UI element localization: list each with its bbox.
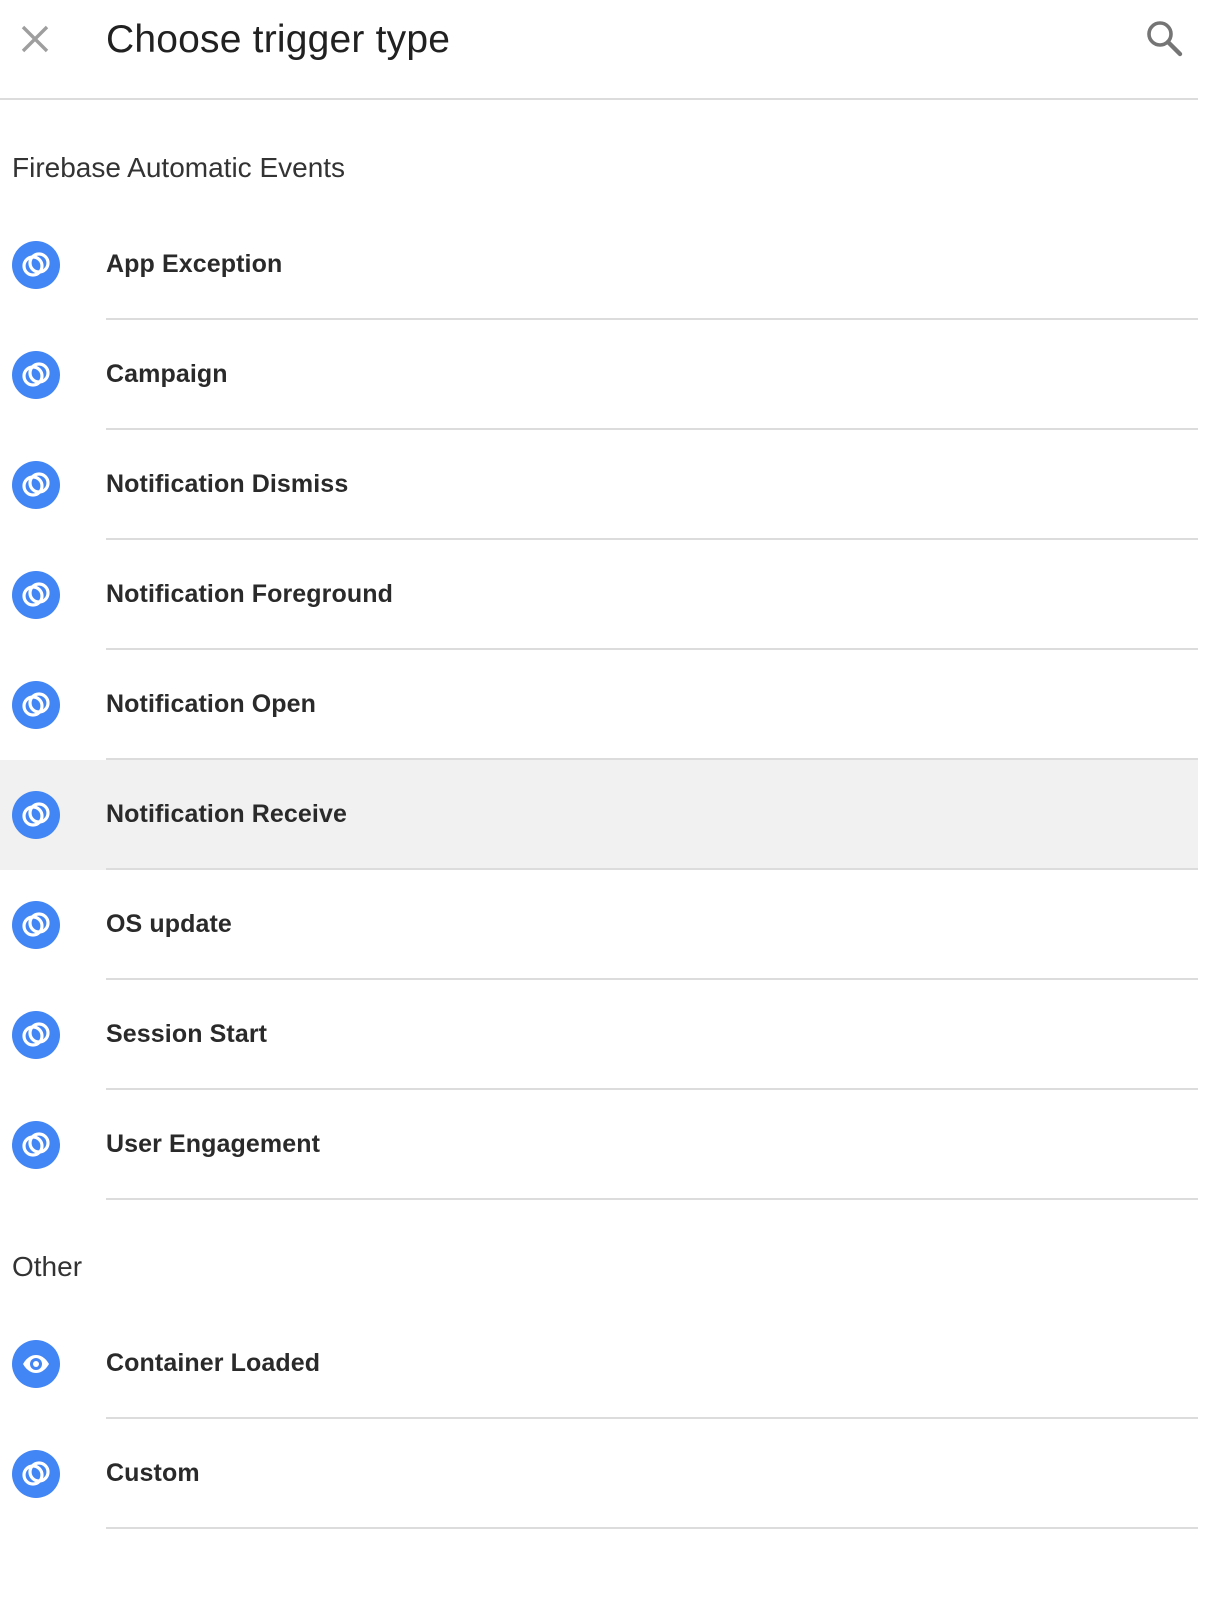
trigger-type-item-app-exception[interactable]: App Exception	[0, 210, 1198, 320]
firebase-event-icon	[12, 1011, 60, 1059]
close-icon	[21, 25, 49, 53]
firebase-event-icon	[12, 461, 60, 509]
trigger-type-label: Notification Open	[106, 690, 317, 718]
firebase-event-icon	[12, 791, 60, 839]
trigger-type-item-notification-receive[interactable]: Notification Receive	[0, 760, 1198, 870]
trigger-type-label: Notification Foreground	[106, 580, 393, 608]
trigger-type-item-notification-dismiss[interactable]: Notification Dismiss	[0, 430, 1198, 540]
firebase-event-icon	[12, 681, 60, 729]
other-triggers-list: Container Loaded Custom	[0, 1309, 1198, 1529]
trigger-type-label: Custom	[106, 1459, 200, 1487]
firebase-event-icon	[12, 571, 60, 619]
trigger-type-label: Notification Receive	[106, 800, 347, 828]
section-title-other: Other	[12, 1251, 83, 1282]
firebase-event-icon	[12, 351, 60, 399]
firebase-events-list: App Exception Campaign Notification Dismis…	[0, 210, 1198, 1200]
section-title-firebase: Firebase Automatic Events	[12, 152, 346, 183]
close-button[interactable]	[14, 18, 56, 60]
firebase-event-icon	[12, 241, 60, 289]
eye-icon	[12, 1340, 60, 1388]
page-title: Choose trigger type	[106, 18, 451, 61]
trigger-type-label: Campaign	[106, 360, 228, 388]
trigger-type-label: Session Start	[106, 1020, 268, 1048]
trigger-type-item-os-update[interactable]: OS update	[0, 870, 1198, 980]
firebase-event-icon	[12, 901, 60, 949]
trigger-type-label: OS update	[106, 910, 232, 938]
trigger-type-item-notification-foreground[interactable]: Notification Foreground	[0, 540, 1198, 650]
firebase-event-icon	[12, 1121, 60, 1169]
trigger-type-panel: Choose trigger type Firebase Automatic E…	[0, 0, 1198, 1598]
trigger-type-item-notification-open[interactable]: Notification Open	[0, 650, 1198, 760]
trigger-type-label: App Exception	[106, 250, 283, 278]
trigger-type-item-session-start[interactable]: Session Start	[0, 980, 1198, 1090]
trigger-type-item-custom[interactable]: Custom	[0, 1419, 1198, 1529]
trigger-type-item-user-engagement[interactable]: User Engagement	[0, 1090, 1198, 1200]
trigger-type-label: Notification Dismiss	[106, 470, 349, 498]
trigger-type-item-campaign[interactable]: Campaign	[0, 320, 1198, 430]
trigger-type-label: Container Loaded	[106, 1349, 321, 1377]
firebase-event-icon	[12, 1450, 60, 1498]
panel-header: Choose trigger type	[0, 0, 1198, 100]
row-divider	[106, 1198, 1198, 1200]
search-icon	[1147, 21, 1183, 57]
trigger-type-label: User Engagement	[106, 1130, 321, 1158]
trigger-type-item-container-loaded[interactable]: Container Loaded	[0, 1309, 1198, 1419]
search-button[interactable]	[1141, 15, 1187, 61]
row-divider	[106, 1527, 1198, 1529]
